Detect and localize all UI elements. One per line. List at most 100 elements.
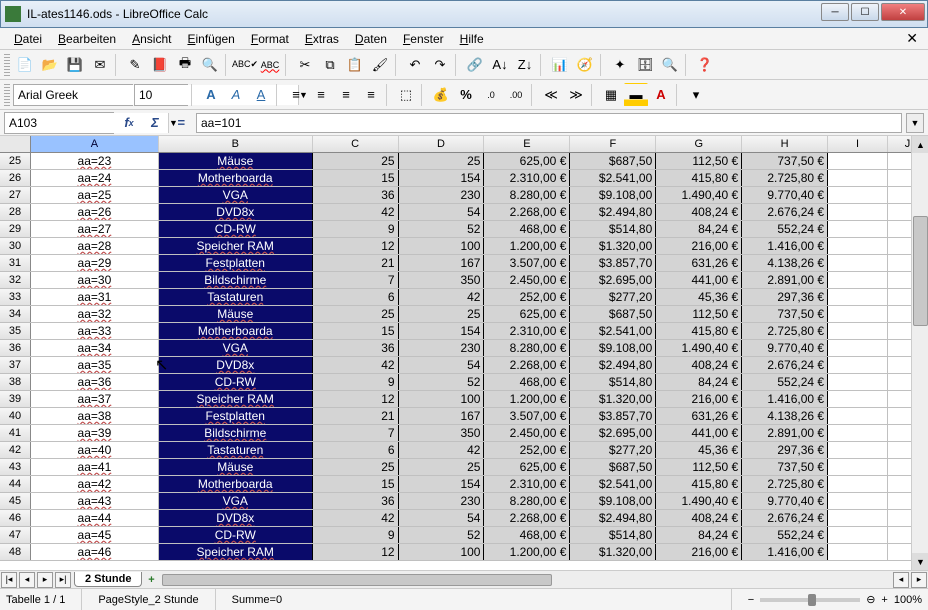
row-header[interactable]: 30 [0,238,31,254]
cell[interactable]: 441,00 € [656,272,742,288]
align-center-button[interactable]: ≡ [309,83,333,107]
menu-hilfe[interactable]: Hilfe [452,30,492,48]
horizontal-scrollbar[interactable] [162,573,888,587]
cell[interactable]: 15 [313,323,399,339]
cell[interactable]: 100 [399,238,485,254]
cell[interactable]: $514,80 [570,527,656,543]
cell[interactable]: 45,36 € [656,442,742,458]
select-all-corner[interactable] [0,136,31,152]
cell[interactable]: 297,36 € [742,289,828,305]
cell[interactable]: CD-RW [159,221,313,237]
cell[interactable]: Speicher RAM [159,238,313,254]
row-header[interactable]: 36 [0,340,31,356]
cell[interactable]: 2.676,24 € [742,357,828,373]
row-header[interactable]: 44 [0,476,31,492]
cell[interactable] [828,425,888,441]
sort-desc-button[interactable]: Z↓ [513,53,537,77]
cell[interactable]: 25 [399,306,485,322]
scroll-right-button[interactable]: ▸ [911,572,927,588]
cell[interactable]: $277,20 [570,442,656,458]
cell[interactable]: $2.541,00 [570,476,656,492]
row-header[interactable]: 25 [0,153,31,169]
cell[interactable]: aa=40 [31,442,159,458]
underline-button[interactable]: A [249,83,273,107]
cell[interactable]: 2.725,80 € [742,323,828,339]
cell[interactable]: aa=27 [31,221,159,237]
cell[interactable]: 441,00 € [656,425,742,441]
row-header[interactable]: 37 [0,357,31,373]
align-right-button[interactable]: ≡ [334,83,358,107]
cell[interactable] [828,510,888,526]
formula-input[interactable]: aa=101 [196,113,902,133]
cell[interactable]: Tastaturen [159,442,313,458]
cell[interactable]: Tastaturen [159,289,313,305]
cell[interactable]: Motherboarda [159,476,313,492]
menu-daten[interactable]: Daten [347,30,395,48]
cell[interactable]: 154 [399,170,485,186]
cell[interactable]: aa=38 [31,408,159,424]
row-header[interactable]: 33 [0,289,31,305]
cell[interactable]: VGA [159,187,313,203]
cell[interactable]: 167 [399,408,485,424]
undo-button[interactable]: ↶ [403,53,427,77]
cell[interactable]: 100 [399,391,485,407]
cell[interactable]: 216,00 € [656,544,742,560]
align-left-button[interactable]: ≡ [284,83,308,107]
cell[interactable]: 552,24 € [742,221,828,237]
cell[interactable]: 2.725,80 € [742,476,828,492]
cell[interactable]: 9 [313,374,399,390]
menu-einfügen[interactable]: Einfügen [179,30,242,48]
cell[interactable] [828,442,888,458]
close-document-button[interactable]: ✕ [902,30,922,47]
cell[interactable]: 1.490,40 € [656,187,742,203]
cell[interactable]: 54 [399,357,485,373]
col-header-C[interactable]: C [313,136,399,152]
scroll-thumb[interactable] [913,216,928,326]
cell[interactable] [828,255,888,271]
cell[interactable]: 1.490,40 € [656,340,742,356]
save-button[interactable]: 💾 [63,53,87,77]
cell[interactable] [828,527,888,543]
sort-asc-button[interactable]: A↓ [488,53,512,77]
cell[interactable]: aa=32 [31,306,159,322]
toolbar-grip[interactable] [4,84,10,106]
cell[interactable]: 216,00 € [656,391,742,407]
cell[interactable]: 36 [313,493,399,509]
cell[interactable]: 252,00 € [484,442,570,458]
cell[interactable]: 2.268,00 € [484,204,570,220]
cell[interactable]: $2.494,80 [570,357,656,373]
cell[interactable]: Mäuse [159,153,313,169]
cell[interactable]: 167 [399,255,485,271]
cell[interactable]: $1.320,00 [570,238,656,254]
cell[interactable]: aa=44 [31,510,159,526]
cell[interactable]: 42 [313,510,399,526]
fontcolor-button[interactable]: A [649,83,673,107]
cell[interactable]: 2.310,00 € [484,476,570,492]
menu-extras[interactable]: Extras [297,30,347,48]
cell[interactable]: 42 [313,357,399,373]
cell[interactable]: aa=28 [31,238,159,254]
cell[interactable]: 25 [313,459,399,475]
cell[interactable]: 415,80 € [656,476,742,492]
cell[interactable]: 25 [399,153,485,169]
cell[interactable]: aa=43 [31,493,159,509]
cell[interactable] [828,221,888,237]
cell[interactable] [828,306,888,322]
cell[interactable]: $3.857,70 [570,255,656,271]
cell[interactable]: aa=39 [31,425,159,441]
email-button[interactable]: ✉ [88,53,112,77]
cell[interactable]: 1.200,00 € [484,238,570,254]
cell[interactable] [828,459,888,475]
cell[interactable]: 9.770,40 € [742,493,828,509]
cell[interactable]: aa=24 [31,170,159,186]
menu-format[interactable]: Format [243,30,297,48]
cell[interactable]: 36 [313,340,399,356]
cell[interactable]: $687,50 [570,459,656,475]
cell[interactable]: VGA [159,493,313,509]
minimize-button[interactable]: ─ [821,3,849,21]
cell[interactable]: 415,80 € [656,323,742,339]
cell[interactable] [828,289,888,305]
cell[interactable]: $277,20 [570,289,656,305]
menu-fenster[interactable]: Fenster [395,30,452,48]
cell[interactable]: 15 [313,476,399,492]
